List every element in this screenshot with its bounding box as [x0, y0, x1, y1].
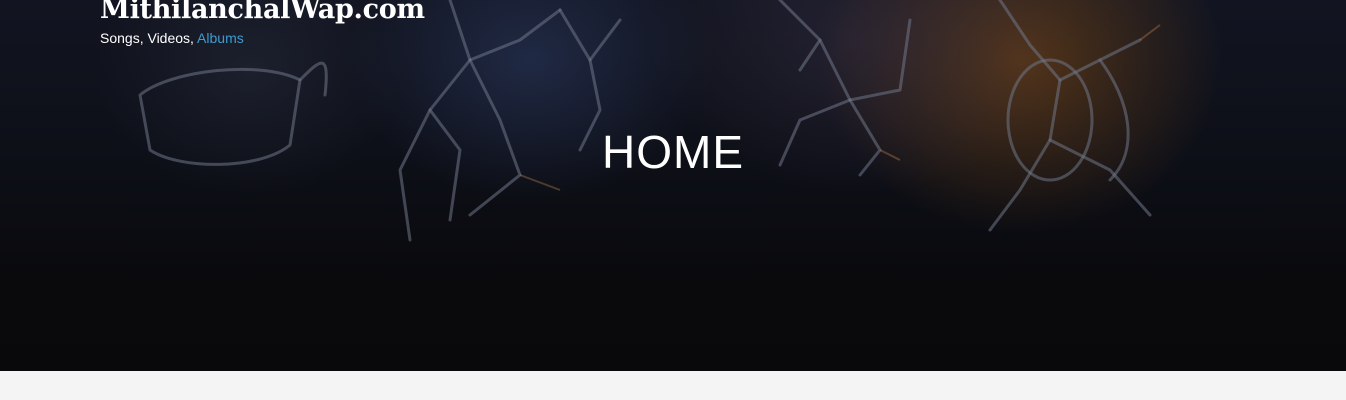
content-area [0, 371, 1346, 400]
tagline-albums-link[interactable]: Albums [197, 30, 244, 46]
tagline-songs: Songs, [100, 30, 148, 46]
tagline-videos: Videos, [147, 30, 198, 46]
hero-banner: MithilanchalWap.com Songs, Videos, Album… [0, 0, 1346, 371]
site-title[interactable]: MithilanchalWap.com [100, 0, 425, 28]
site-tagline: Songs, Videos, Albums [100, 30, 244, 46]
page-title: HOME [602, 126, 744, 178]
hero-background-art [138, 0, 1161, 242]
